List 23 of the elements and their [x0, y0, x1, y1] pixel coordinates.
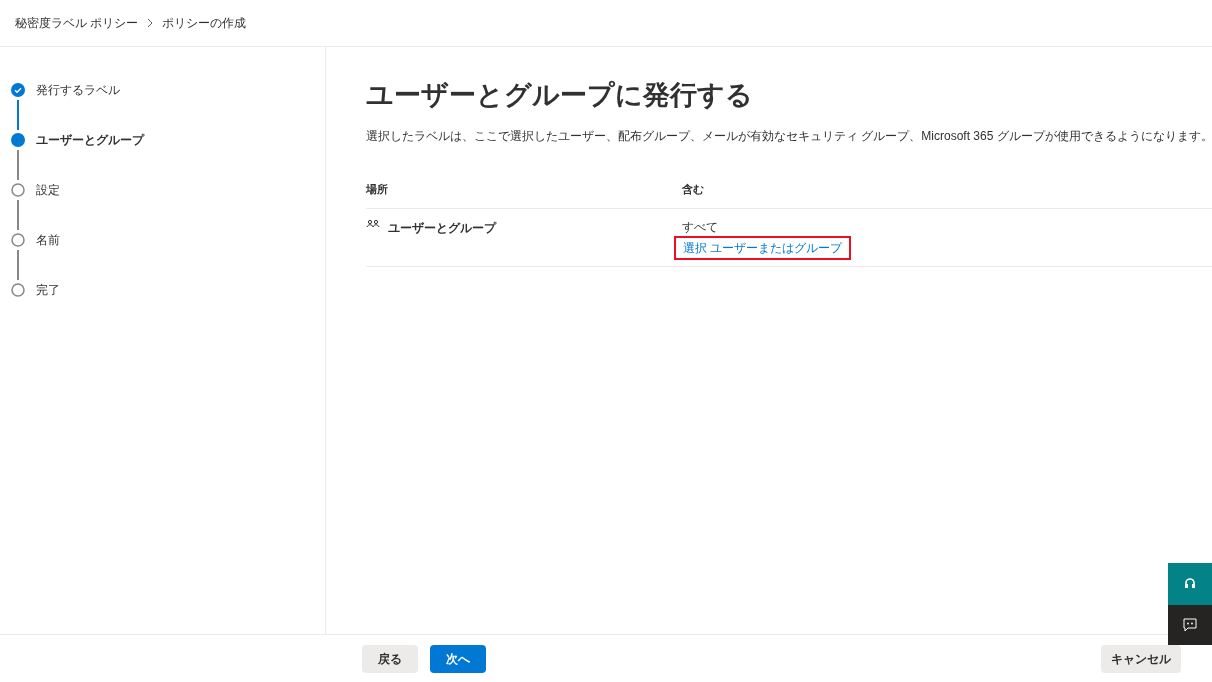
step-label: 完了: [36, 282, 60, 299]
step-label: 名前: [36, 232, 60, 249]
step-label: ユーザーとグループ: [36, 132, 144, 149]
column-header: 場所: [366, 182, 389, 197]
table-cell-text: すべて: [682, 218, 719, 236]
help-button[interactable]: [1168, 563, 1212, 605]
table-cell-text: ユーザーとグループ: [388, 219, 496, 237]
column-header: 含む: [682, 182, 704, 197]
step-label: 設定: [36, 182, 60, 199]
headset-icon: [1184, 577, 1196, 591]
feedback-button[interactable]: [1168, 605, 1212, 645]
breadcrumb-item[interactable]: 秘密度ラベル ポリシー: [15, 14, 139, 32]
back-button[interactable]: 戻る: [362, 644, 418, 673]
select-link[interactable]: 選択 ユーザーまたはグループ: [674, 235, 852, 260]
description: 選択したラベルは、ここで選択したユーザー、配布グループ、メールが有効なセキュリティ グループ、Microsoft 365 グループが使用できるようになります。: [366, 127, 1212, 145]
step-label: 発行するラベル: [36, 82, 120, 99]
people-icon: [366, 218, 380, 229]
cancel-button[interactable]: キャンセル: [1101, 644, 1181, 673]
chat-icon: [1183, 618, 1197, 632]
chevron-right-icon: [146, 18, 155, 28]
next-button[interactable]: 次へ: [430, 644, 486, 673]
breadcrumb-item: ポリシーの作成: [162, 15, 247, 32]
page-title: ユーザーとグループに発行する: [366, 79, 754, 112]
